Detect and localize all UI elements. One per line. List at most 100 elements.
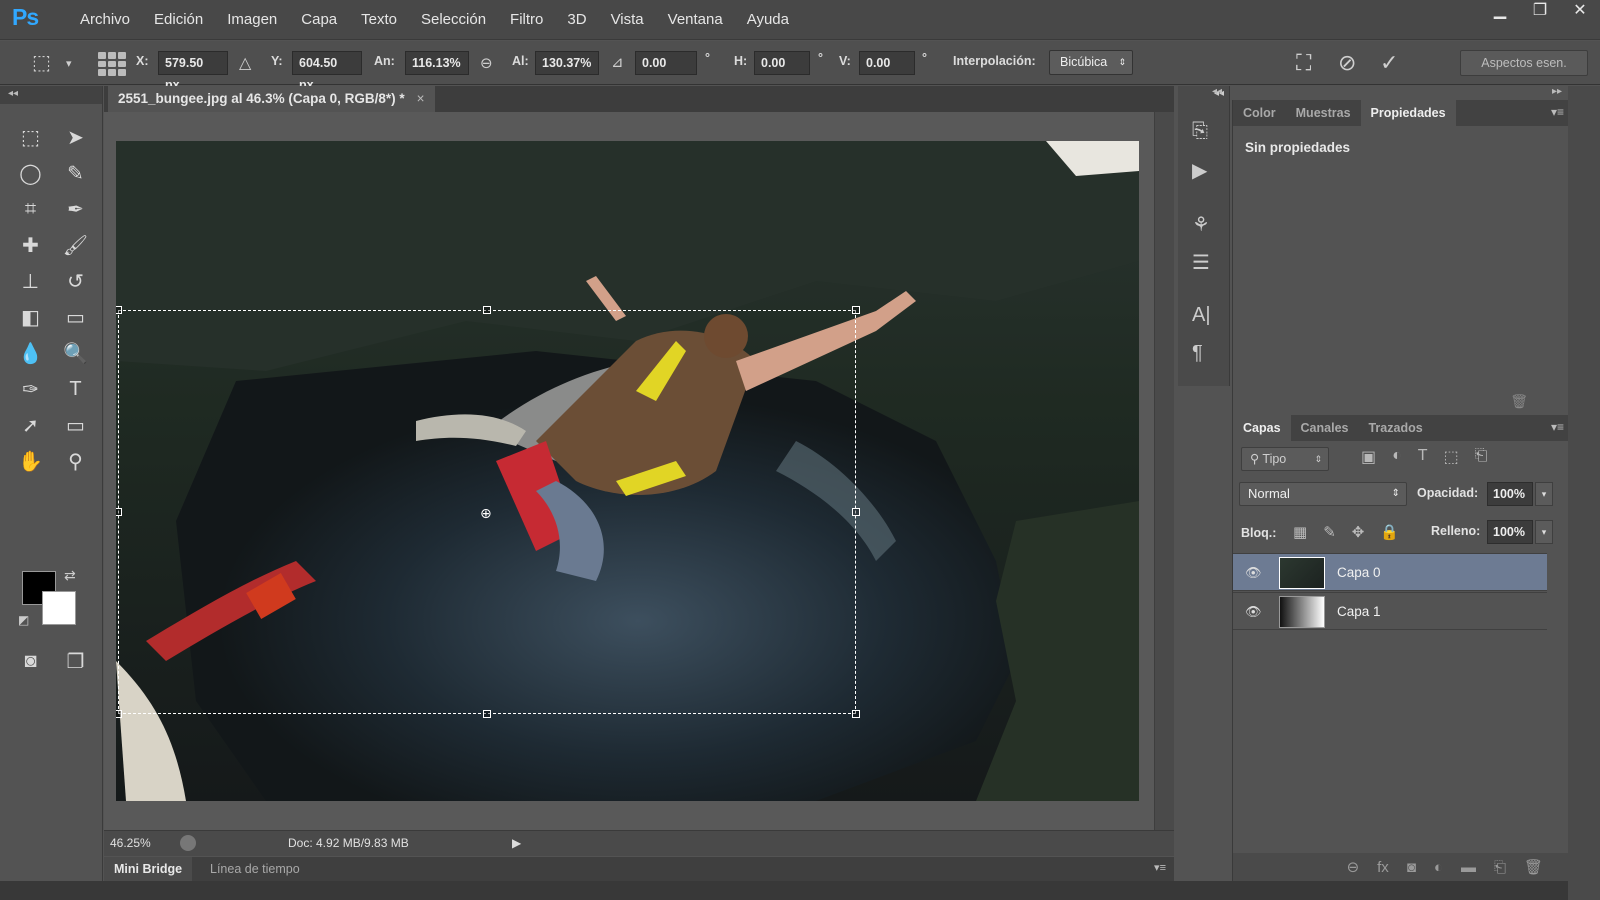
interpolation-select[interactable]: Bicúbica ⇕ bbox=[1049, 50, 1133, 75]
paragraph-panel-icon[interactable]: ¶ bbox=[1192, 342, 1203, 365]
visibility-eye-icon[interactable]: 👁 bbox=[1245, 604, 1262, 620]
move-transform-tool-icon[interactable]: ⬚ bbox=[32, 50, 51, 75]
transform-handle-bottom-center[interactable] bbox=[483, 710, 491, 718]
menu-seleccion[interactable]: Selección bbox=[409, 11, 498, 28]
rectangle-tool-icon[interactable]: ▭ bbox=[53, 410, 98, 440]
status-info-icon[interactable] bbox=[180, 835, 196, 851]
path-selection-tool-icon[interactable]: ➚ bbox=[8, 410, 53, 440]
zoom-level[interactable]: 46.25% bbox=[110, 836, 151, 850]
minimize-button[interactable]: ▁ bbox=[1480, 0, 1520, 24]
layer-name[interactable]: Capa 0 bbox=[1337, 565, 1381, 580]
cancel-transform-icon[interactable]: ⊘ bbox=[1338, 50, 1356, 76]
transform-handle-middle-left[interactable] bbox=[116, 508, 122, 516]
filter-adjustment-icon[interactable]: ◐ bbox=[1392, 447, 1402, 467]
quick-selection-tool-icon[interactable]: ✎ bbox=[53, 158, 98, 188]
blur-tool-icon[interactable]: 💧 bbox=[8, 338, 53, 368]
close-document-icon[interactable]: × bbox=[417, 91, 425, 106]
fill-dropdown-icon[interactable]: ▾ bbox=[1535, 520, 1553, 544]
warp-mode-icon[interactable]: ⛶ bbox=[1296, 50, 1311, 76]
pen-tool-icon[interactable]: ✑ bbox=[8, 374, 53, 404]
close-window-button[interactable]: ✕ bbox=[1560, 0, 1600, 24]
gradient-tool-icon[interactable]: ▭ bbox=[53, 302, 98, 332]
height-input[interactable]: 130.37% bbox=[535, 51, 599, 75]
menu-edicion[interactable]: Edición bbox=[142, 11, 215, 28]
visibility-eye-icon[interactable]: 👁 bbox=[1245, 565, 1262, 581]
vskew-input[interactable]: 0.00 bbox=[859, 51, 915, 75]
character-panel-icon[interactable]: A| bbox=[1192, 304, 1211, 327]
filter-shape-icon[interactable]: ⬚ bbox=[1444, 447, 1459, 467]
type-tool-icon[interactable]: T bbox=[53, 374, 98, 404]
fill-input[interactable]: 100% bbox=[1487, 520, 1533, 544]
layer-filter-select[interactable]: ⚲ Tipo ⇕ bbox=[1241, 447, 1329, 471]
width-input[interactable]: 116.13% bbox=[405, 51, 469, 75]
quick-mask-icon[interactable]: ◙ bbox=[8, 646, 53, 676]
layer-row-capa-0[interactable]: 👁 Capa 0 bbox=[1233, 553, 1547, 591]
transform-handle-top-left[interactable] bbox=[116, 306, 122, 314]
filter-smart-object-icon[interactable]: ⎗ bbox=[1475, 447, 1488, 467]
dodge-tool-icon[interactable]: 🔍 bbox=[53, 338, 98, 368]
tab-channels[interactable]: Canales bbox=[1291, 415, 1359, 441]
lock-transparent-icon[interactable]: ▦ bbox=[1293, 523, 1307, 541]
right-panel-scrollbar[interactable] bbox=[1568, 86, 1600, 900]
lock-pixels-icon[interactable]: ✎ bbox=[1323, 523, 1336, 541]
new-group-icon[interactable]: ▬ bbox=[1461, 859, 1476, 876]
layer-style-fx-icon[interactable]: fx bbox=[1377, 859, 1389, 876]
move-tool-icon[interactable]: ➤ bbox=[53, 122, 98, 152]
opacity-input[interactable]: 100% bbox=[1487, 482, 1533, 506]
menu-3d[interactable]: 3D bbox=[555, 11, 598, 28]
commit-transform-icon[interactable]: ✓ bbox=[1380, 50, 1398, 76]
document-image[interactable]: ⊕ bbox=[116, 141, 1139, 801]
tab-properties[interactable]: Propiedades bbox=[1360, 100, 1456, 126]
maximize-button[interactable]: ❐ bbox=[1520, 0, 1560, 24]
opacity-dropdown-icon[interactable]: ▾ bbox=[1535, 482, 1553, 506]
transform-center-point-icon[interactable]: ⊕ bbox=[480, 505, 492, 522]
x-input[interactable]: 579.50 px bbox=[158, 51, 228, 92]
background-color-swatch[interactable] bbox=[42, 591, 76, 625]
link-icon[interactable]: ⊖ bbox=[480, 54, 493, 72]
workspace-button[interactable]: Aspectos esen. bbox=[1460, 50, 1588, 76]
tab-layers[interactable]: Capas bbox=[1233, 415, 1291, 441]
healing-brush-tool-icon[interactable]: ✚ bbox=[8, 230, 53, 260]
clone-stamp-tool-icon[interactable]: ⊥ bbox=[8, 266, 53, 296]
brush-presets-icon[interactable]: ⚘ bbox=[1192, 212, 1210, 237]
panel-collapse-left-icon[interactable]: ◂◂ bbox=[1212, 86, 1222, 97]
properties-panel-menu-icon[interactable]: ▾≡ bbox=[1551, 105, 1564, 119]
actions-play-icon[interactable]: ▶ bbox=[1192, 158, 1207, 183]
history-brush-tool-icon[interactable]: ↺ bbox=[53, 266, 98, 296]
chevron-down-icon[interactable]: ▾ bbox=[66, 57, 72, 70]
add-mask-icon[interactable]: ◙ bbox=[1407, 859, 1416, 876]
adjustments-icon[interactable]: ☰ bbox=[1192, 250, 1210, 275]
lasso-tool-icon[interactable]: ◯ bbox=[8, 158, 53, 188]
crop-tool-icon[interactable]: ⌗ bbox=[8, 194, 53, 224]
rotate-input[interactable]: 0.00 bbox=[635, 51, 697, 75]
layers-panel-menu-icon[interactable]: ▾≡ bbox=[1551, 420, 1564, 434]
screen-mode-icon[interactable]: ❐ bbox=[53, 646, 98, 676]
reference-point-grid[interactable] bbox=[98, 52, 126, 76]
menu-capa[interactable]: Capa bbox=[289, 11, 349, 28]
menu-ayuda[interactable]: Ayuda bbox=[735, 11, 801, 28]
transform-handle-top-center[interactable] bbox=[483, 306, 491, 314]
brush-tool-icon[interactable]: 🖌 bbox=[53, 230, 98, 260]
menu-archivo[interactable]: Archivo bbox=[68, 11, 142, 28]
layer-name[interactable]: Capa 1 bbox=[1337, 604, 1381, 619]
adjustment-layer-icon[interactable]: ◐ bbox=[1434, 859, 1443, 876]
menu-texto[interactable]: Texto bbox=[349, 11, 409, 28]
history-panel-icon[interactable]: ⎘ bbox=[1192, 120, 1208, 143]
eraser-tool-icon[interactable]: ◧ bbox=[8, 302, 53, 332]
transform-handle-bottom-left[interactable] bbox=[116, 710, 122, 718]
filter-type-icon[interactable]: T bbox=[1418, 447, 1428, 467]
lock-all-icon[interactable]: 🔒 bbox=[1380, 523, 1399, 541]
transform-handle-bottom-right[interactable] bbox=[852, 710, 860, 718]
eyedropper-tool-icon[interactable]: ✒ bbox=[53, 194, 98, 224]
layer-row-capa-1[interactable]: 👁 Capa 1 bbox=[1233, 592, 1547, 630]
vertical-scrollbar[interactable] bbox=[1154, 112, 1174, 830]
tab-mini-bridge[interactable]: Mini Bridge bbox=[104, 857, 193, 881]
menu-vista[interactable]: Vista bbox=[599, 11, 656, 28]
link-layers-icon[interactable]: ⊖ bbox=[1347, 858, 1360, 876]
menu-imagen[interactable]: Imagen bbox=[215, 11, 289, 28]
hand-tool-icon[interactable]: ✋ bbox=[8, 446, 53, 476]
delta-icon[interactable]: △ bbox=[239, 53, 251, 73]
new-layer-icon[interactable]: ⎗ bbox=[1494, 859, 1506, 876]
panel-collapse-right-icon[interactable]: ▸▸ bbox=[1552, 86, 1562, 97]
transform-handle-middle-right[interactable] bbox=[852, 508, 860, 516]
